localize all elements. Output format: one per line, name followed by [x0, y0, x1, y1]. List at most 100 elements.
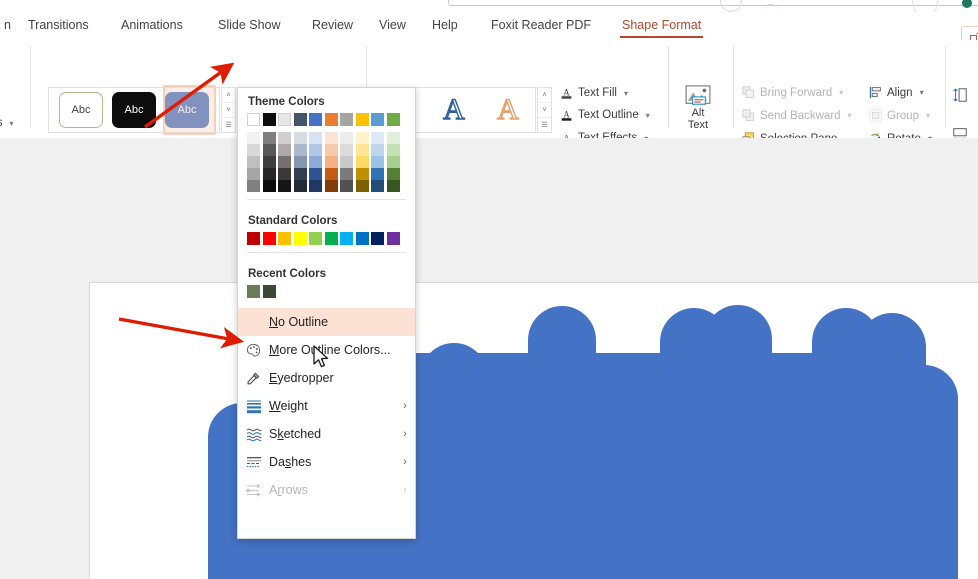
- align-button[interactable]: Align ▾: [869, 86, 924, 99]
- theme-color-variant-swatch[interactable]: [324, 168, 338, 180]
- send-backward-button[interactable]: Send Backward ▾: [742, 109, 852, 122]
- tab-shape-format[interactable]: Shape Format: [618, 16, 705, 38]
- theme-color-variant-swatch[interactable]: [278, 180, 291, 192]
- theme-color-variant-swatch[interactable]: [278, 132, 291, 144]
- theme-color-variant-swatch[interactable]: [278, 156, 291, 168]
- theme-color-variant-swatch[interactable]: [371, 156, 384, 168]
- wordart-more-button[interactable]: ☰: [538, 118, 551, 132]
- theme-color-variant-swatch[interactable]: [247, 168, 260, 180]
- theme-color-swatch[interactable]: [355, 113, 369, 126]
- theme-color-variant-swatch[interactable]: [371, 144, 384, 156]
- theme-color-variant-swatch[interactable]: [293, 156, 307, 168]
- chevron-down-icon[interactable]: ▾: [920, 88, 924, 97]
- theme-color-variant-swatch[interactable]: [355, 132, 369, 144]
- submenu-chevron-icon[interactable]: ›: [395, 428, 415, 440]
- theme-color-variant-swatch[interactable]: [324, 180, 338, 192]
- recent-color-swatch[interactable]: [247, 285, 260, 298]
- text-fill-button[interactable]: A Text Fill ▾: [560, 86, 628, 100]
- theme-color-variant-swatch[interactable]: [340, 156, 353, 168]
- theme-color-variant-swatch[interactable]: [247, 144, 260, 156]
- theme-color-variant-swatch[interactable]: [355, 168, 369, 180]
- comments-icon-partial[interactable]: [760, 0, 782, 12]
- wordart-swatch-2[interactable]: A: [442, 94, 465, 125]
- standard-color-swatch[interactable]: [340, 232, 353, 245]
- theme-color-variant-swatch[interactable]: [309, 156, 322, 168]
- theme-color-variant-swatch[interactable]: [247, 180, 260, 192]
- standard-color-swatch[interactable]: [355, 232, 369, 245]
- theme-color-variant-swatch[interactable]: [324, 156, 338, 168]
- standard-colors-row[interactable]: [238, 232, 415, 245]
- theme-color-variant-swatch[interactable]: [355, 156, 369, 168]
- chevron-down-icon[interactable]: ▾: [926, 111, 930, 120]
- theme-color-variant-swatch[interactable]: [262, 132, 276, 144]
- theme-colors-variant-grid[interactable]: [238, 132, 415, 192]
- theme-color-variant-column[interactable]: [340, 132, 353, 192]
- theme-color-variant-swatch[interactable]: [278, 168, 291, 180]
- theme-color-swatch[interactable]: [262, 113, 276, 126]
- shapes-dropdown-partial[interactable]: pes▾: [0, 117, 14, 129]
- theme-color-variant-swatch[interactable]: [278, 144, 291, 156]
- theme-color-variant-swatch[interactable]: [262, 144, 276, 156]
- theme-color-swatch[interactable]: [324, 113, 338, 126]
- theme-color-variant-swatch[interactable]: [309, 144, 322, 156]
- theme-color-variant-swatch[interactable]: [340, 132, 353, 144]
- theme-color-variant-column[interactable]: [262, 132, 276, 192]
- wordart-styles-spinner[interactable]: ˄ ˅ ☰: [537, 87, 552, 133]
- theme-color-variant-column[interactable]: [355, 132, 369, 192]
- theme-color-variant-swatch[interactable]: [309, 180, 322, 192]
- standard-color-swatch[interactable]: [293, 232, 307, 245]
- search-box-partial[interactable]: [448, 0, 978, 6]
- theme-color-variant-column[interactable]: [293, 132, 307, 192]
- theme-color-variant-swatch[interactable]: [355, 144, 369, 156]
- gallery-scroll-down-button[interactable]: ˅: [222, 103, 235, 118]
- theme-color-variant-swatch[interactable]: [340, 180, 353, 192]
- gallery-scroll-up-button[interactable]: ˄: [222, 88, 235, 103]
- standard-color-swatch[interactable]: [371, 232, 384, 245]
- theme-color-swatch[interactable]: [386, 113, 400, 126]
- theme-color-swatch[interactable]: [371, 113, 384, 126]
- tab-design-partial[interactable]: n: [0, 16, 15, 34]
- theme-color-variant-swatch[interactable]: [340, 168, 353, 180]
- theme-color-variant-swatch[interactable]: [262, 156, 276, 168]
- submenu-chevron-icon[interactable]: ›: [395, 456, 415, 468]
- theme-color-variant-swatch[interactable]: [293, 144, 307, 156]
- theme-color-variant-column[interactable]: [309, 132, 322, 192]
- theme-color-variant-swatch[interactable]: [247, 132, 260, 144]
- theme-color-variant-column[interactable]: [324, 132, 338, 192]
- theme-colors-top-row[interactable]: [238, 113, 415, 126]
- account-icon-partial[interactable]: [720, 0, 742, 12]
- gallery-more-button[interactable]: ☰: [222, 118, 235, 132]
- avatar-partial[interactable]: [912, 0, 938, 12]
- tab-animations[interactable]: Animations: [117, 16, 187, 34]
- shape-height-field[interactable]: [952, 87, 968, 103]
- theme-color-variant-swatch[interactable]: [293, 168, 307, 180]
- submenu-chevron-icon[interactable]: ›: [395, 400, 415, 412]
- shape-styles-spinner[interactable]: ˄ ˅ ☰: [221, 87, 236, 133]
- theme-color-variant-swatch[interactable]: [386, 156, 400, 168]
- shape-style-swatch-1[interactable]: Abc: [59, 92, 103, 128]
- theme-color-variant-swatch[interactable]: [386, 180, 400, 192]
- theme-color-variant-swatch[interactable]: [309, 132, 322, 144]
- chevron-down-icon[interactable]: ▾: [848, 111, 852, 120]
- menu-item-weight[interactable]: Weight ›: [238, 392, 415, 420]
- theme-color-variant-swatch[interactable]: [324, 144, 338, 156]
- theme-color-variant-swatch[interactable]: [371, 132, 384, 144]
- theme-color-variant-swatch[interactable]: [386, 168, 400, 180]
- bring-forward-button[interactable]: Bring Forward ▾: [742, 86, 843, 99]
- theme-color-variant-swatch[interactable]: [386, 144, 400, 156]
- theme-color-swatch[interactable]: [293, 113, 307, 126]
- recent-color-swatch[interactable]: [262, 285, 276, 298]
- theme-color-variant-swatch[interactable]: [386, 132, 400, 144]
- theme-color-variant-swatch[interactable]: [293, 180, 307, 192]
- text-outline-button[interactable]: A Text Outline ▾: [560, 108, 650, 122]
- wordart-swatch-3[interactable]: A: [496, 94, 519, 125]
- chevron-down-icon[interactable]: ▾: [646, 111, 650, 120]
- shape-outline-dropdown-menu[interactable]: Theme Colors Standard Colors Recent Colo…: [237, 87, 416, 539]
- theme-color-swatch[interactable]: [340, 113, 353, 126]
- wordart-scroll-up-button[interactable]: ˄: [538, 88, 551, 103]
- theme-color-variant-column[interactable]: [371, 132, 384, 192]
- tab-transitions[interactable]: Transitions: [24, 16, 93, 34]
- theme-color-variant-column[interactable]: [278, 132, 291, 192]
- tab-view[interactable]: View: [375, 16, 410, 34]
- menu-item-dashes[interactable]: Dashes ›: [238, 448, 415, 476]
